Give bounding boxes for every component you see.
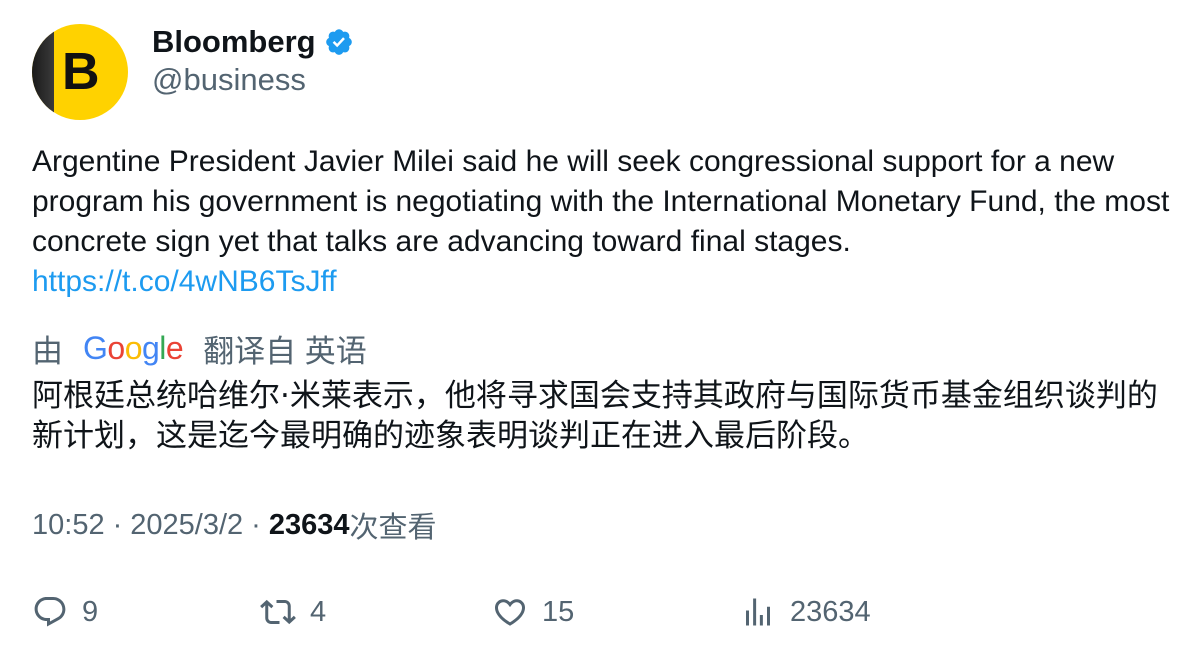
author-handle[interactable]: @business <box>152 62 306 98</box>
views-action-count: 23634 <box>790 595 871 628</box>
author-name-row: Bloomberg <box>152 22 354 62</box>
meta-separator: · <box>112 508 123 541</box>
reply-count: 9 <box>82 595 99 628</box>
views-button[interactable]: 23634 <box>740 590 871 634</box>
author-avatar[interactable]: B <box>32 24 128 120</box>
retweet-count: 4 <box>310 595 327 628</box>
like-count: 15 <box>542 595 575 628</box>
google-letter: l <box>159 329 166 366</box>
translation-prefix: 由 <box>32 333 63 369</box>
heart-icon <box>494 599 526 626</box>
reply-button[interactable]: 9 <box>32 590 98 634</box>
meta-separator: · <box>251 508 261 541</box>
action-bar: 9 4 15 23634 <box>0 590 1196 634</box>
translated-text: 阿根廷总统哈维尔·米莱表示，他将寻求国会支持其政府与国际货币基金组织谈判的新计划… <box>32 378 1158 454</box>
author-display-name[interactable]: Bloomberg <box>152 24 316 60</box>
views-count: 23634 <box>268 508 350 541</box>
analytics-icon <box>746 598 770 626</box>
tweet-text: Argentine President Javier Milei said he… <box>32 145 1170 258</box>
google-letter: o <box>107 329 125 366</box>
translation-suffix[interactable]: 翻译自 英语 <box>203 326 367 371</box>
google-letter: e <box>165 329 184 366</box>
tweet-meta: 10:52 · 2025/3/2 · 23634 次查看 <box>32 504 436 546</box>
verified-badge-icon <box>324 27 354 57</box>
retweet-icon <box>260 599 296 625</box>
like-button[interactable]: 15 <box>492 590 574 634</box>
retweet-button[interactable]: 4 <box>260 590 326 634</box>
tweet-link[interactable]: https://t.co/4wNB6TsJff <box>32 262 1172 302</box>
tweet-body: Argentine President Javier Milei said he… <box>32 142 1172 302</box>
reply-icon <box>34 597 66 627</box>
translation-attribution: 由 G o o g l e 翻译自 英语 <box>32 326 367 370</box>
avatar-letter: B <box>62 43 100 101</box>
google-letter: o <box>124 329 143 366</box>
avatar-shade <box>32 24 54 120</box>
tweet-time[interactable]: 10:52 <box>32 509 105 542</box>
views-label: 次查看 <box>349 512 437 544</box>
google-logo: G o o g l e <box>83 329 184 367</box>
tweet-date[interactable]: 2025/3/2 <box>130 509 243 542</box>
google-letter: G <box>83 329 108 366</box>
google-letter: g <box>141 329 160 366</box>
